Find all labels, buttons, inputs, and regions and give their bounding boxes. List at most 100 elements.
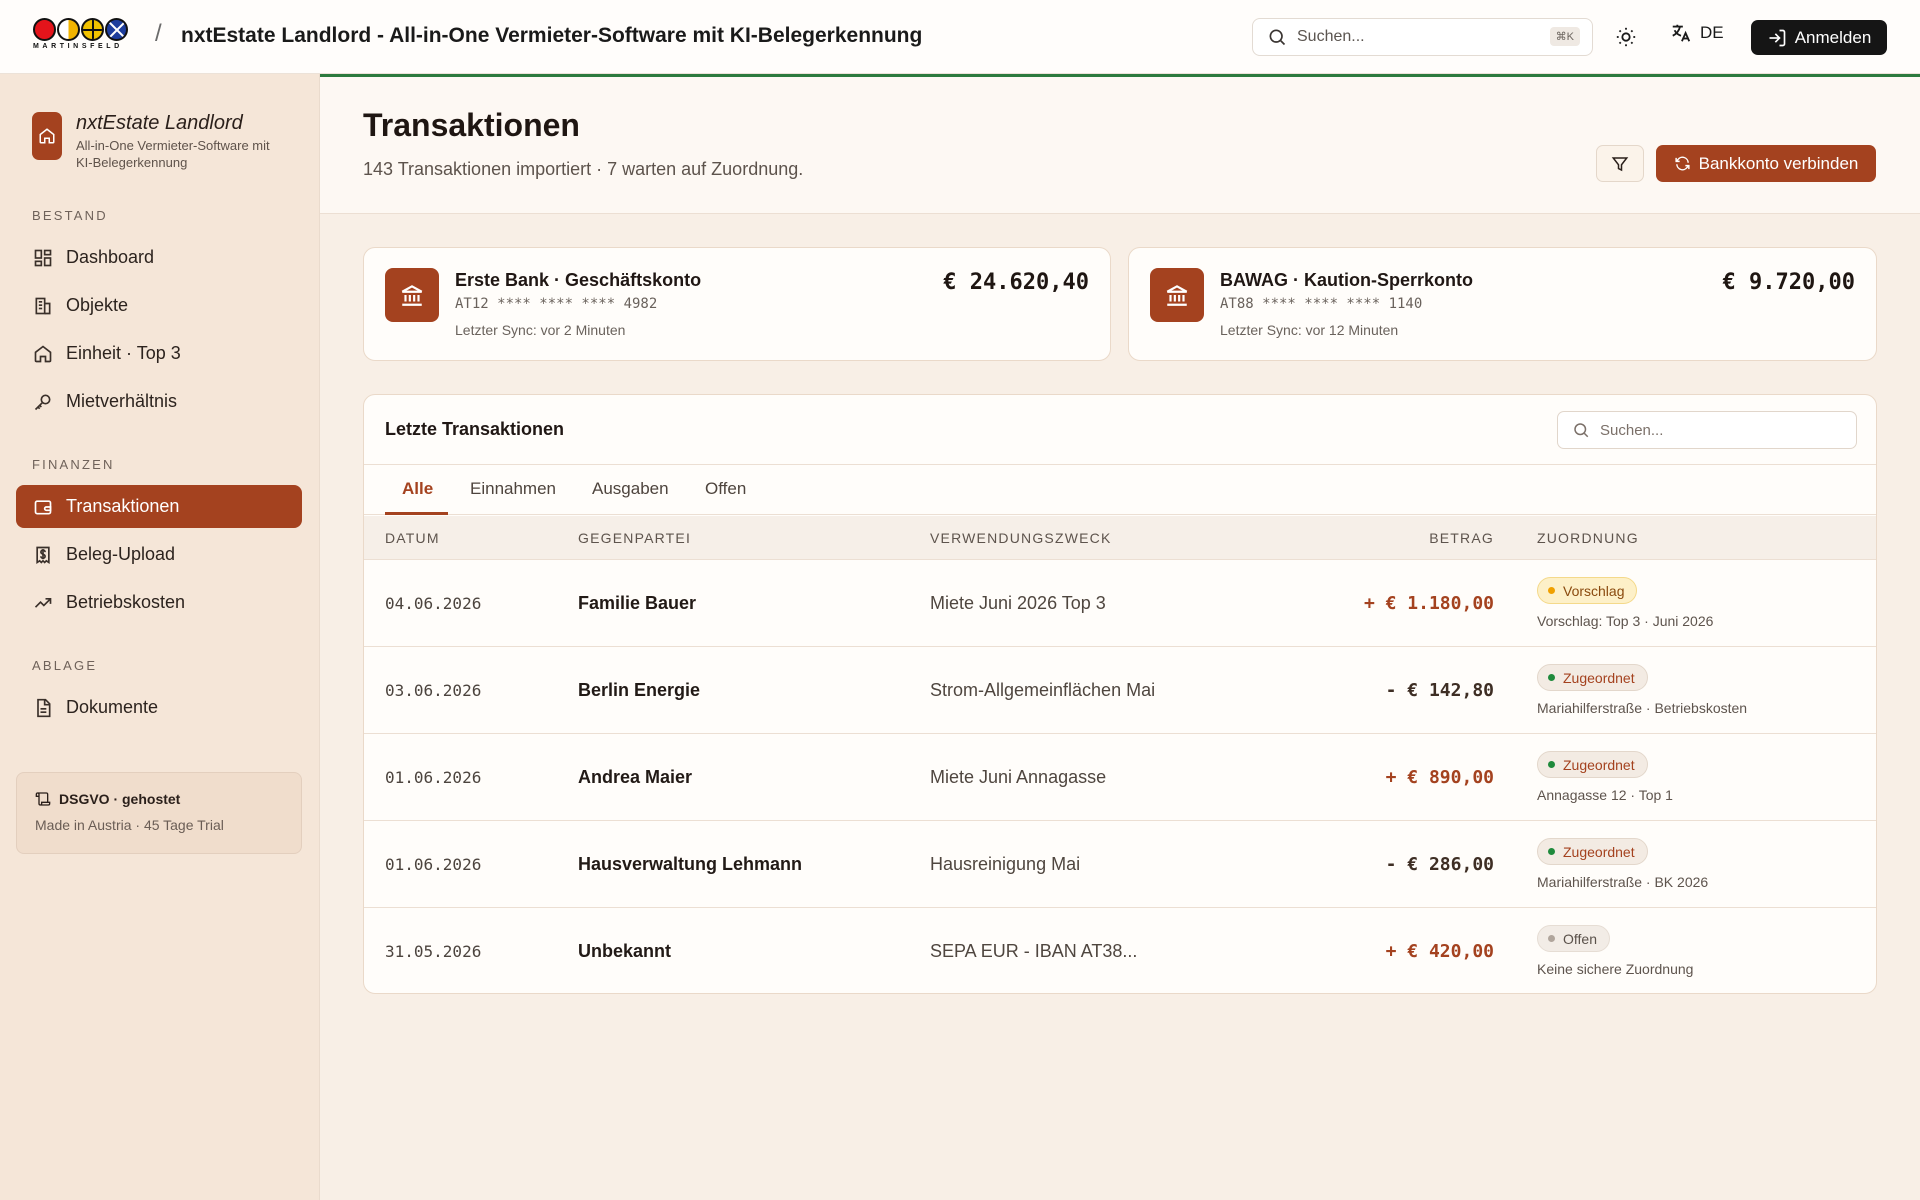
scroll-icon (35, 792, 51, 806)
assignment-note: Mariahilferstraße · Betriebskosten (1537, 700, 1748, 716)
transaction-amount: + € 420,00 (1385, 941, 1494, 962)
signin-label: Anmelden (1794, 27, 1872, 47)
logo-red-circle (33, 18, 56, 41)
transaction-party: Andrea Maier (578, 767, 693, 787)
status-badge[interactable]: Vorschlag (1537, 577, 1638, 604)
tab-alle[interactable]: Alle (402, 479, 433, 499)
page-subtitle: 143 Transaktionen importiert · 7 warten … (363, 159, 804, 179)
sidebar-item-label: Mietverhältnis (66, 391, 178, 411)
account-sync-status: Letzter Sync: vor 12 Minuten (1220, 322, 1399, 338)
search-icon (1574, 423, 1589, 438)
column-header-purpose[interactable]: VERWENDUNGSZWECK (930, 530, 1112, 546)
sidebar-item-label: Einheit · Top 3 (66, 343, 181, 363)
language-label: DE (1700, 23, 1724, 42)
tab-ausgaben[interactable]: Ausgaben (592, 479, 669, 499)
status-badge[interactable]: Zugeordnet (1537, 751, 1648, 778)
status-dot (1548, 674, 1555, 681)
account-card[interactable]: Erste Bank · Geschäftskonto AT12 **** **… (363, 247, 1111, 361)
column-header-amount[interactable]: BETRAG (1429, 530, 1494, 546)
refresh-icon (1675, 156, 1690, 171)
status-dot (1548, 761, 1555, 768)
transaction-amount: + € 1.180,00 (1363, 593, 1494, 614)
sidebar-item-beleg-upload[interactable]: Beleg-Upload (16, 533, 302, 576)
sidebar-item-einheit[interactable]: Einheit · Top 3 (16, 332, 302, 375)
transaction-amount: - € 286,00 (1385, 854, 1494, 875)
login-icon (1769, 29, 1786, 46)
tab-offen[interactable]: Offen (705, 479, 746, 499)
account-name: BAWAG · Kaution-Sperrkonto (1220, 270, 1473, 290)
transactions-tabs: Alle Einnahmen Ausgaben Offen (364, 465, 1876, 515)
transactions-search-input[interactable]: Suchen... (1557, 411, 1857, 449)
account-sync-status: Letzter Sync: vor 2 Minuten (455, 322, 626, 338)
table-row[interactable]: 31.05.2026 Unbekannt SEPA EUR - IBAN AT3… (364, 908, 1876, 993)
brand-name: nxtEstate Landlord (76, 112, 243, 134)
table-row[interactable]: 04.06.2026 Familie Bauer Miete Juni 2026… (364, 560, 1876, 647)
sidebar-brand[interactable]: nxtEstate Landlord All-in-One Vermieter-… (32, 112, 276, 171)
document-icon (32, 697, 54, 719)
dsgvo-subtitle: Made in Austria · 45 Tage Trial (35, 817, 224, 833)
logo-circles (33, 18, 139, 41)
signin-button[interactable]: Anmelden (1751, 20, 1887, 55)
connect-bank-button[interactable]: Bankkonto verbinden (1656, 145, 1876, 182)
martinsfeld-logo[interactable]: MARTINSFELD (33, 18, 139, 56)
transaction-party: Hausverwaltung Lehmann (578, 854, 803, 874)
section-label-bestand: BESTAND (32, 208, 108, 223)
status-badge[interactable]: Zugeordnet (1537, 838, 1648, 865)
wallet-icon (32, 496, 54, 518)
receipt-icon (32, 544, 54, 566)
translate-icon (1672, 24, 1691, 42)
transaction-purpose: SEPA EUR - IBAN AT38... (930, 941, 1138, 961)
column-header-assignment[interactable]: ZUORDNUNG (1537, 530, 1639, 546)
search-shortcut: ⌘K (1549, 27, 1580, 46)
search-icon (1269, 29, 1286, 46)
home-icon (32, 343, 54, 365)
transaction-amount: + € 890,00 (1385, 767, 1494, 788)
transaction-party: Berlin Energie (578, 680, 701, 700)
sidebar: nxtEstate Landlord All-in-One Vermieter-… (0, 74, 320, 1200)
logo-wordmark: MARTINSFELD (33, 43, 123, 50)
sidebar-item-betriebskosten[interactable]: Betriebskosten (16, 581, 302, 624)
transactions-card: Letzte Transaktionen Suchen... Alle Einn… (363, 394, 1877, 994)
status-badge[interactable]: Zugeordnet (1537, 664, 1648, 691)
page-header: Transaktionen 143 Transaktionen importie… (320, 77, 1920, 214)
home-icon (39, 128, 55, 144)
filter-button[interactable] (1596, 145, 1644, 182)
status-label: Zugeordnet (1563, 669, 1635, 686)
account-balance: € 24.620,40 (943, 270, 1089, 295)
tab-einnahmen[interactable]: Einnahmen (470, 479, 556, 499)
sidebar-item-dashboard[interactable]: Dashboard (16, 236, 302, 279)
column-header-date[interactable]: DATUM (385, 530, 440, 546)
sidebar-item-transaktionen[interactable]: Transaktionen (16, 485, 302, 528)
section-label-finanzen: FINANZEN (32, 457, 115, 472)
status-badge[interactable]: Offen (1537, 925, 1610, 952)
column-header-party[interactable]: GEGENPARTEI (578, 530, 691, 546)
language-button[interactable]: DE (1670, 22, 1724, 44)
sidebar-item-mietverhaeltnis[interactable]: Mietverhältnis (16, 380, 302, 423)
brand-subtitle: All-in-One Vermieter-Software mit KI-Bel… (76, 138, 270, 170)
transaction-purpose: Hausreinigung Mai (930, 854, 1081, 874)
table-row[interactable]: 03.06.2026 Berlin Energie Strom-Allgemei… (364, 647, 1876, 734)
transaction-date: 01.06.2026 (385, 768, 482, 787)
table-row[interactable]: 01.06.2026 Andrea Maier Miete Juni Annag… (364, 734, 1876, 821)
transaction-party: Unbekannt (578, 941, 672, 961)
connect-bank-label: Bankkonto verbinden (1698, 153, 1859, 173)
table-row[interactable]: 01.06.2026 Hausverwaltung Lehmann Hausre… (364, 821, 1876, 908)
status-label: Vorschlag (1563, 582, 1625, 599)
account-card[interactable]: BAWAG · Kaution-Sperrkonto AT88 **** ***… (1128, 247, 1877, 361)
transaction-date: 03.06.2026 (385, 681, 482, 700)
status-dot (1548, 848, 1555, 855)
transactions-title: Letzte Transaktionen (385, 419, 565, 439)
status-label: Zugeordnet (1563, 756, 1635, 773)
sidebar-item-label: Transaktionen (66, 496, 180, 516)
sidebar-item-dokumente[interactable]: Dokumente (16, 686, 302, 729)
account-iban: AT12 **** **** **** 4982 (455, 296, 658, 312)
dsgvo-title: DSGVO · gehostet (59, 791, 181, 807)
building-icon (32, 295, 54, 317)
global-search-input[interactable]: Suchen... ⌘K (1252, 18, 1593, 56)
brand-icon (32, 112, 62, 160)
dsgvo-info-box: DSGVO · gehostet Made in Austria · 45 Ta… (16, 772, 302, 854)
page-title: Transaktionen (363, 107, 580, 143)
sidebar-item-label: Dokumente (66, 697, 159, 717)
sidebar-item-objekte[interactable]: Objekte (16, 284, 302, 327)
theme-toggle-button[interactable] (1612, 23, 1640, 51)
